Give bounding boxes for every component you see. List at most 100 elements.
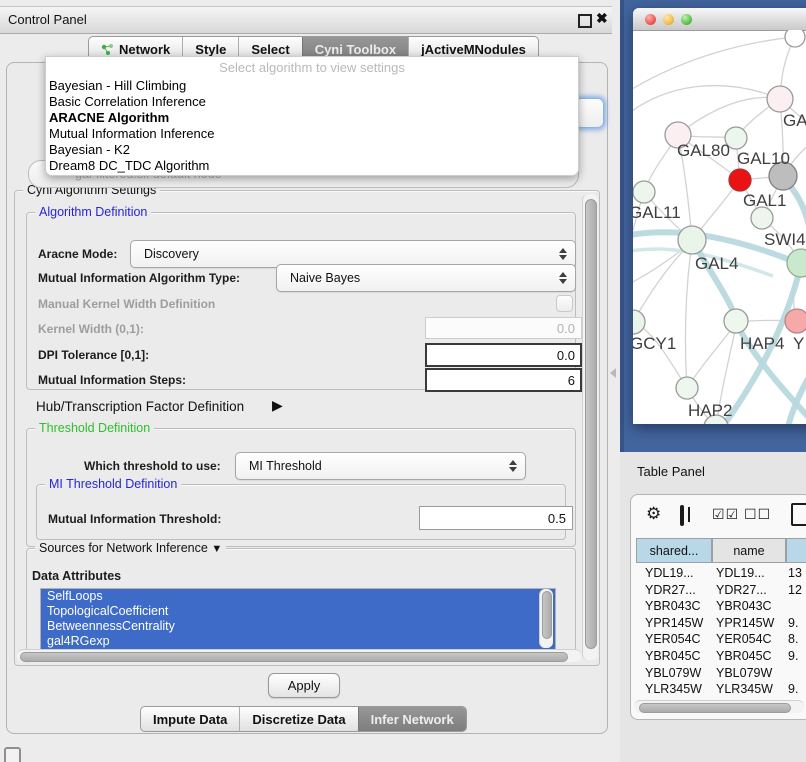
algorithm-definition-title: Algorithm Definition (35, 205, 151, 219)
data-attributes-list[interactable]: SelfLoopsTopologicalCoefficientBetweenne… (40, 588, 556, 651)
column-header-name-label: name (733, 544, 764, 558)
algorithm-dropdown-popup: Select algorithm to view settings Bayesi… (45, 56, 579, 176)
table-horizontal-scrollbar-thumb[interactable] (639, 703, 791, 713)
network-graph: GALGAL80GAL10GAL1SWI4GAL11GAL4HAP4YGCY1H… (633, 30, 806, 424)
settings-horizontal-scrollbar[interactable] (17, 649, 581, 662)
network-node[interactable] (785, 30, 805, 47)
network-node-gal[interactable] (767, 86, 793, 112)
select-all-icon[interactable]: ☑☑ (712, 506, 739, 523)
table-row[interactable]: YLR345WYLR345W9. (630, 682, 806, 699)
table-cell: YBR045C (645, 649, 701, 663)
settings-vertical-scrollbar[interactable] (582, 194, 598, 660)
algorithm-option[interactable]: ARACNE Algorithm (46, 110, 578, 126)
network-node[interactable] (787, 249, 806, 277)
tab-label: Select (251, 42, 289, 57)
mi-threshold-field[interactable]: 0.5 (419, 506, 573, 530)
mi-type-value: Naive Bayes (277, 271, 360, 285)
mi-threshold-group-title: MI Threshold Definition (45, 477, 181, 491)
table-row[interactable]: YER054CYER054C8. (630, 632, 806, 649)
mi-type-combobox[interactable]: Naive Bayes (276, 264, 576, 292)
table-row[interactable]: YBR045CYBR045C9. (630, 649, 806, 666)
column-header-shared-label: shared... (650, 544, 699, 558)
kernel-width-field[interactable]: 0.0 (425, 317, 582, 339)
network-node-label: GAL1 (743, 191, 786, 210)
algorithm-option[interactable]: Basic Correlation Inference (46, 94, 578, 110)
table-cell: YPR145W (716, 616, 774, 630)
bottom-tab-infer-network[interactable]: Infer Network (358, 707, 466, 731)
close-icon[interactable]: ✖ (596, 10, 608, 27)
attribute-list-item[interactable]: gal4RGexp (41, 634, 555, 649)
network-node-gal11[interactable] (633, 181, 655, 203)
network-node-gal4[interactable] (678, 226, 706, 254)
attribute-list-item[interactable]: BetweennessCentrality (41, 619, 555, 634)
algorithm-option[interactable]: Dream8 DC_TDC Algorithm (46, 158, 578, 174)
table-cell: YLR345W (645, 682, 702, 696)
attributes-list-scrollbar-thumb[interactable] (542, 591, 552, 639)
report-icon[interactable] (791, 503, 806, 526)
attribute-list-item[interactable]: SelfLoops (41, 589, 555, 604)
column-header-shared[interactable]: shared... (636, 538, 712, 563)
bottom-tab-discretize-data[interactable]: Discretize Data (239, 707, 357, 731)
network-node-hap2[interactable] (676, 377, 698, 399)
minimized-panel-icon[interactable] (4, 747, 21, 762)
network-node-gal1[interactable] (729, 169, 751, 191)
table-row[interactable]: YDL19...YDL19...13 (630, 566, 806, 583)
split-columns-icon[interactable] (680, 505, 684, 526)
algorithm-option[interactable]: Mutual Information Inference (46, 126, 578, 142)
table-cell: 9. (788, 649, 798, 663)
aracne-mode-label: Aracne Mode: (38, 247, 117, 261)
table-cell: YDR27... (645, 583, 696, 597)
network-node-label: GAL4 (695, 254, 738, 273)
table-row[interactable]: YBL079WYBL079W (630, 666, 806, 683)
minimize-traffic-light-icon[interactable] (663, 14, 674, 25)
manual-kernel-checkbox[interactable] (556, 295, 573, 312)
zoom-traffic-light-icon[interactable] (681, 14, 692, 25)
table-row[interactable]: YDR27...YDR27...12 (630, 583, 806, 600)
attribute-list-item[interactable]: TopologicalCoefficient (41, 604, 555, 619)
mi-steps-value: 6 (568, 373, 575, 388)
tab-label: Style (195, 42, 226, 57)
network-node-label: Y (793, 334, 804, 353)
dpi-tolerance-field[interactable]: 0.0 (425, 343, 582, 367)
table-row[interactable]: YBR043CYBR043C (630, 599, 806, 616)
which-threshold-combobox[interactable]: MI Threshold (235, 452, 526, 480)
apply-button[interactable]: Apply (268, 673, 340, 698)
algorithm-option[interactable]: Bayesian - Hill Climbing (46, 78, 578, 94)
table-cell: 8. (788, 632, 798, 646)
network-node-swi4[interactable] (751, 207, 773, 229)
hub-expand-icon[interactable]: ▶ (272, 397, 283, 414)
network-edge (633, 242, 692, 322)
inference-algorithm-combobox-fragment[interactable] (575, 98, 604, 128)
network-window-titlebar[interactable] (633, 8, 806, 31)
column-header-name[interactable]: name (712, 538, 786, 563)
network-canvas[interactable]: GALGAL80GAL10GAL1SWI4GAL11GAL4HAP4YGCY1H… (633, 30, 806, 424)
split-pane-handle-icon[interactable] (610, 368, 616, 378)
attributes-list-scrollbar[interactable] (539, 589, 553, 648)
settings-vertical-scrollbar-thumb[interactable] (585, 199, 597, 649)
table-cell: 9. (788, 682, 798, 696)
mi-type-label: Mutual Information Algorithm Type: (38, 271, 240, 285)
bottom-tab-impute-data[interactable]: Impute Data (141, 707, 239, 731)
algorithm-option[interactable]: Bayesian - K2 (46, 142, 578, 158)
network-node-y[interactable] (785, 309, 806, 333)
gear-icon[interactable]: ⚙ (646, 504, 661, 524)
sources-collapse-icon[interactable]: ▼ (211, 543, 222, 555)
dpi-tolerance-value: 0.0 (557, 348, 575, 363)
column-header-partial[interactable] (786, 538, 806, 563)
mi-steps-field[interactable]: 6 (425, 368, 582, 392)
settings-horizontal-scrollbar-thumb[interactable] (20, 652, 568, 662)
table-horizontal-scrollbar[interactable] (634, 700, 804, 713)
table-cell: YBL079W (645, 666, 701, 680)
table-cell: YER054C (645, 632, 701, 646)
table-panel-title: Table Panel (637, 464, 705, 479)
deselect-all-icon[interactable]: ☐☐ (744, 506, 771, 523)
close-traffic-light-icon[interactable] (645, 14, 656, 25)
table-row[interactable]: YPR145WYPR145W9. (630, 616, 806, 633)
float-window-icon[interactable] (578, 14, 592, 28)
network-node-gcy1[interactable] (633, 310, 645, 334)
table-cell: 12 (788, 583, 802, 597)
network-edge (633, 322, 687, 388)
bottom-tabstrip: Impute DataDiscretize DataInfer Network (140, 706, 467, 732)
mi-threshold-value: 0.5 (548, 511, 566, 526)
network-node-hap4[interactable] (724, 309, 748, 333)
